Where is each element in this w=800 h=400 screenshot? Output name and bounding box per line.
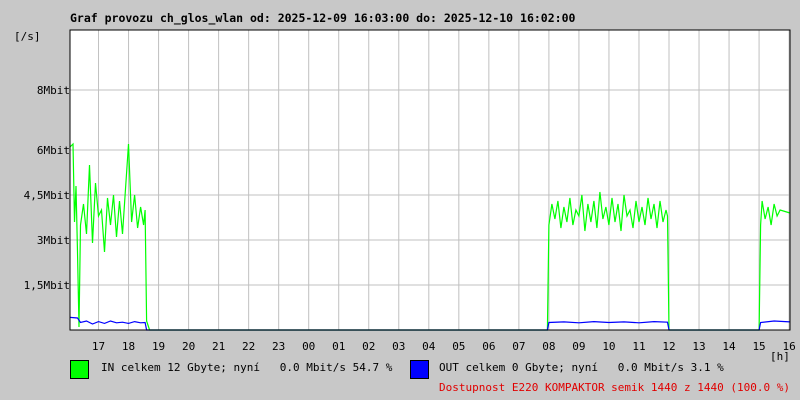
x-tick-label: 06 xyxy=(482,340,495,353)
in-legend-swatch xyxy=(70,360,89,379)
x-tick-label: 16 xyxy=(782,340,795,353)
x-tick-label: 17 xyxy=(92,340,105,353)
x-tick-label: 18 xyxy=(122,340,135,353)
x-tick-label: 15 xyxy=(752,340,765,353)
x-tick-label: 11 xyxy=(632,340,645,353)
chart-title: Graf provozu ch_glos_wlan od: 2025-12-09… xyxy=(70,11,575,26)
x-tick-label: 21 xyxy=(212,340,225,353)
x-tick-label: 05 xyxy=(452,340,465,353)
x-tick-label: 13 xyxy=(692,340,705,353)
x-tick-label: 04 xyxy=(422,340,436,353)
x-tick-label: 08 xyxy=(542,340,555,353)
y-axis-label: [/s] xyxy=(14,30,41,43)
x-tick-label: 20 xyxy=(182,340,195,353)
y-tick-label: 8Mbit xyxy=(37,84,70,97)
y-tick-label: 1,5Mbit xyxy=(24,279,70,292)
out-legend-label: OUT celkem 0 Gbyte; nyní 0.0 Mbit/s 3.1 … xyxy=(439,361,724,374)
in-legend-label: IN celkem 12 Gbyte; nyní 0.0 Mbit/s 54.7… xyxy=(101,361,393,374)
traffic-chart: Graf provozu ch_glos_wlan od: 2025-12-09… xyxy=(0,0,800,400)
x-tick-label: 23 xyxy=(272,340,285,353)
x-tick-label: 14 xyxy=(722,340,736,353)
x-tick-label: 22 xyxy=(242,340,255,353)
y-tick-label: 6Mbit xyxy=(37,144,70,157)
y-tick-label: 4,5Mbit xyxy=(24,189,70,202)
x-tick-label: 12 xyxy=(662,340,675,353)
x-tick-label: 07 xyxy=(512,340,525,353)
x-tick-label: 10 xyxy=(602,340,615,353)
out-legend-swatch xyxy=(410,360,429,379)
x-tick-label: 01 xyxy=(332,340,345,353)
x-tick-label: 00 xyxy=(302,340,315,353)
x-tick-label: 19 xyxy=(152,340,165,353)
x-tick-label: 02 xyxy=(362,340,375,353)
y-tick-label: 3Mbit xyxy=(37,234,70,247)
availability-label: Dostupnost E220 KOMPAKTOR semik 1440 z 1… xyxy=(439,381,790,394)
x-tick-label: 03 xyxy=(392,340,405,353)
x-tick-label: 09 xyxy=(572,340,585,353)
